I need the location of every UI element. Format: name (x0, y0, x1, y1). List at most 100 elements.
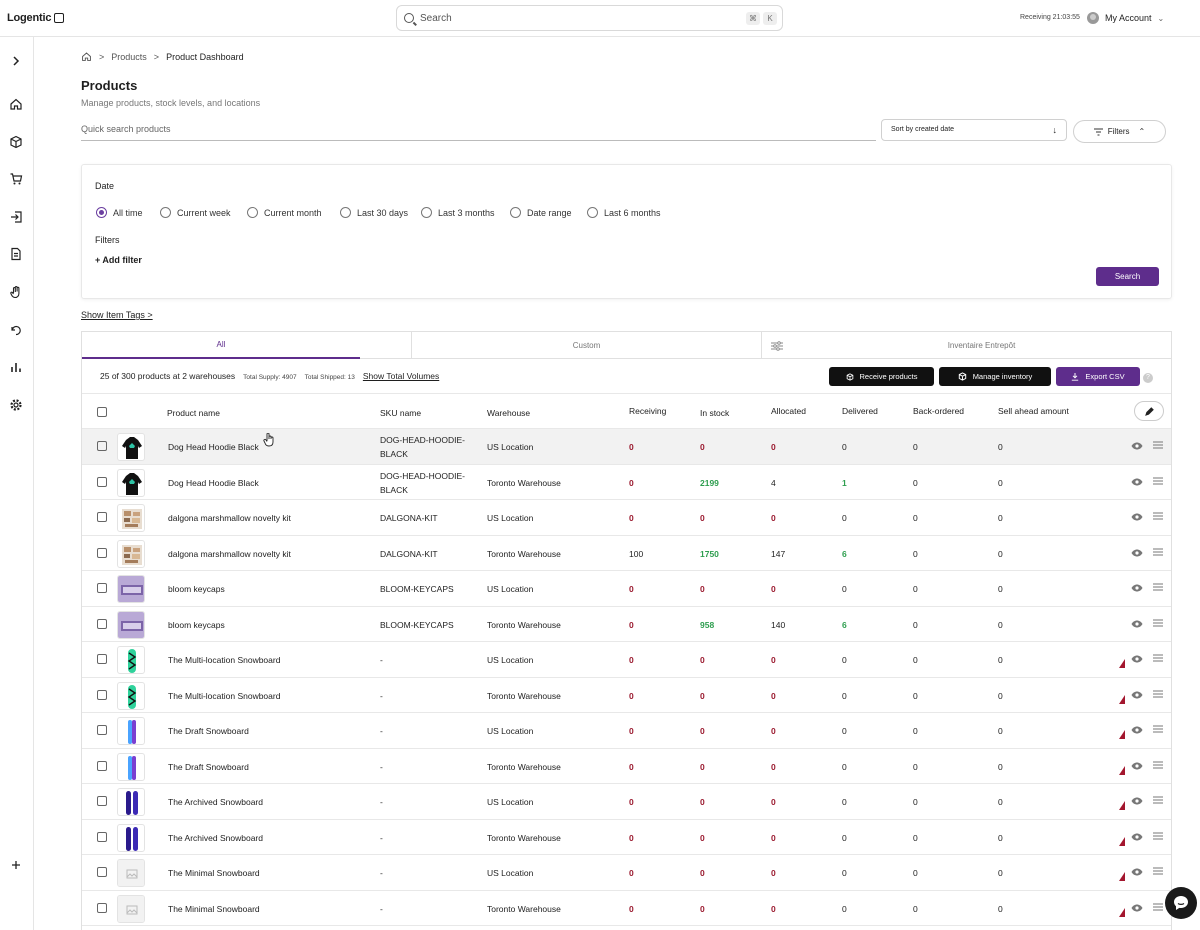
row-checkbox[interactable] (97, 583, 107, 593)
help-icon[interactable]: ? (1143, 373, 1153, 383)
table-row[interactable]: bloom keycaps BLOOM-KEYCAPS US Location … (82, 571, 1171, 607)
row-checkbox[interactable] (97, 512, 107, 522)
row-checkbox[interactable] (97, 867, 107, 877)
table-row[interactable]: bloom keycaps BLOOM-KEYCAPS Toronto Ware… (82, 607, 1171, 642)
inbound-icon[interactable] (9, 210, 23, 224)
table-row[interactable]: The Minimal Snowboard - US Location 0 0 … (82, 855, 1171, 891)
search-button[interactable]: Search (1096, 267, 1159, 286)
product-name-cell[interactable]: The Multi-location Snowboard (168, 691, 280, 701)
product-name-cell[interactable]: Dog Head Hoodie Black (168, 442, 259, 452)
export-csv-button[interactable]: Export CSV (1056, 367, 1140, 386)
product-name-cell[interactable]: The Draft Snowboard (168, 726, 249, 736)
radio-circle[interactable] (340, 207, 351, 218)
table-row[interactable]: Dog Head Hoodie Black DOG-HEAD-HOODIE- BL… (82, 429, 1171, 465)
drag-handle-icon[interactable] (1153, 725, 1163, 733)
eye-icon[interactable] (1131, 691, 1143, 699)
breadcrumb-products[interactable]: Products (111, 52, 147, 62)
product-name-cell[interactable]: The Draft Snowboard (168, 762, 249, 772)
col-warehouse[interactable]: Warehouse (487, 408, 530, 418)
row-checkbox[interactable] (97, 831, 107, 842)
row-checkbox[interactable] (97, 441, 107, 451)
add-icon[interactable] (9, 858, 23, 872)
product-name-cell[interactable]: bloom keycaps (168, 584, 225, 594)
receive-products-button[interactable]: Receive products (829, 367, 934, 386)
eye-icon[interactable] (1131, 762, 1143, 770)
show-item-tags-link[interactable]: Show Item Tags > (81, 310, 153, 320)
radio-current-month[interactable]: Current month (247, 207, 322, 218)
table-row[interactable]: Dog Head Hoodie Black DOG-HEAD-HOODIE- BL… (82, 465, 1171, 500)
radio-circle[interactable] (96, 207, 107, 218)
col-sell-ahead[interactable]: Sell ahead amount (998, 406, 1069, 416)
row-checkbox[interactable] (97, 476, 107, 487)
sort-select[interactable]: Sort by created date ↓ (881, 119, 1067, 141)
table-row[interactable]: The Archived Snowboard - Toronto Warehou… (82, 820, 1171, 855)
col-receiving[interactable]: Receiving (629, 406, 666, 416)
eye-icon[interactable] (1131, 549, 1143, 557)
col-product-name[interactable]: Product name (167, 408, 220, 418)
home-icon[interactable] (9, 97, 23, 111)
eye-icon[interactable] (1131, 620, 1143, 628)
col-allocated[interactable]: Allocated (771, 406, 806, 416)
drag-handle-icon[interactable] (1153, 477, 1163, 485)
radio-last-30-days[interactable]: Last 30 days (340, 207, 408, 218)
drag-handle-icon[interactable] (1153, 583, 1163, 591)
product-name-cell[interactable]: The Archived Snowboard (168, 833, 263, 843)
radio-last-6-months[interactable]: Last 6 months (587, 207, 661, 218)
col-in-stock[interactable]: In stock (700, 408, 729, 418)
drag-handle-icon[interactable] (1153, 903, 1163, 911)
cart-icon[interactable] (9, 172, 23, 186)
product-name-cell[interactable]: dalgona marshmallow novelty kit (168, 549, 291, 559)
radio-circle[interactable] (160, 207, 171, 218)
table-row[interactable]: dalgona marshmallow novelty kit DALGONA-… (82, 500, 1171, 536)
collapse-sidebar-icon[interactable] (54, 13, 65, 23)
drag-handle-icon[interactable] (1153, 867, 1163, 875)
radio-current-week[interactable]: Current week (160, 207, 231, 218)
row-checkbox[interactable] (97, 689, 107, 700)
table-row[interactable]: The Draft Snowboard - Toronto Warehouse … (82, 749, 1171, 784)
return-icon[interactable] (9, 323, 23, 337)
table-row[interactable]: The Archived Snowboard - US Location 0 0… (82, 784, 1171, 820)
drag-handle-icon[interactable] (1153, 832, 1163, 840)
product-name-cell[interactable]: The Multi-location Snowboard (168, 655, 280, 665)
filters-toggle-button[interactable]: Filters ⌃ (1073, 120, 1166, 143)
eye-icon[interactable] (1131, 904, 1143, 912)
analytics-icon[interactable] (9, 360, 23, 374)
expand-chevron-icon[interactable] (9, 54, 23, 68)
table-row[interactable]: The Minimal Snowboard - Toronto Warehous… (82, 891, 1171, 926)
radio-date-range[interactable]: Date range (510, 207, 572, 218)
eye-icon[interactable] (1131, 726, 1143, 734)
radio-circle[interactable] (421, 207, 432, 218)
document-icon[interactable] (9, 247, 23, 261)
edit-columns-button[interactable] (1134, 401, 1164, 421)
gear-icon[interactable] (9, 398, 23, 412)
table-row[interactable]: The Multi-location Snowboard - Toronto W… (82, 678, 1171, 713)
drag-handle-icon[interactable] (1153, 512, 1163, 520)
add-filter-button[interactable]: + Add filter (95, 255, 142, 265)
radio-all-time[interactable]: All time (96, 207, 143, 218)
quick-search-input[interactable]: Quick search products (81, 124, 876, 141)
drag-handle-icon[interactable] (1153, 654, 1163, 662)
product-name-cell[interactable]: dalgona marshmallow novelty kit (168, 513, 291, 523)
radio-circle[interactable] (587, 207, 598, 218)
col-back-ordered[interactable]: Back-ordered (913, 406, 964, 416)
row-checkbox[interactable] (97, 902, 107, 913)
radio-circle[interactable] (247, 207, 258, 218)
row-checkbox[interactable] (97, 796, 107, 806)
eye-icon[interactable] (1131, 797, 1143, 805)
tab-all[interactable]: All (82, 332, 360, 359)
eye-icon[interactable] (1131, 584, 1143, 592)
table-row[interactable]: dalgona marshmallow novelty kit DALGONA-… (82, 536, 1171, 571)
row-checkbox[interactable] (97, 547, 107, 558)
product-name-cell[interactable]: The Archived Snowboard (168, 797, 263, 807)
select-all-checkbox[interactable] (97, 407, 107, 417)
tab-inventaire-entrepot[interactable]: Inventaire Entrepôt (792, 332, 1171, 359)
drag-handle-icon[interactable] (1153, 619, 1163, 627)
table-row[interactable]: The Multi-location Snowboard - US Locati… (82, 642, 1171, 678)
tab-custom[interactable]: Custom (412, 332, 761, 359)
show-total-volumes-link[interactable]: Show Total Volumes (363, 371, 439, 381)
col-sku-name[interactable]: SKU name (380, 408, 421, 418)
product-name-cell[interactable]: bloom keycaps (168, 620, 225, 630)
row-checkbox[interactable] (97, 760, 107, 771)
radio-circle[interactable] (510, 207, 521, 218)
chat-launcher-button[interactable] (1165, 887, 1197, 919)
